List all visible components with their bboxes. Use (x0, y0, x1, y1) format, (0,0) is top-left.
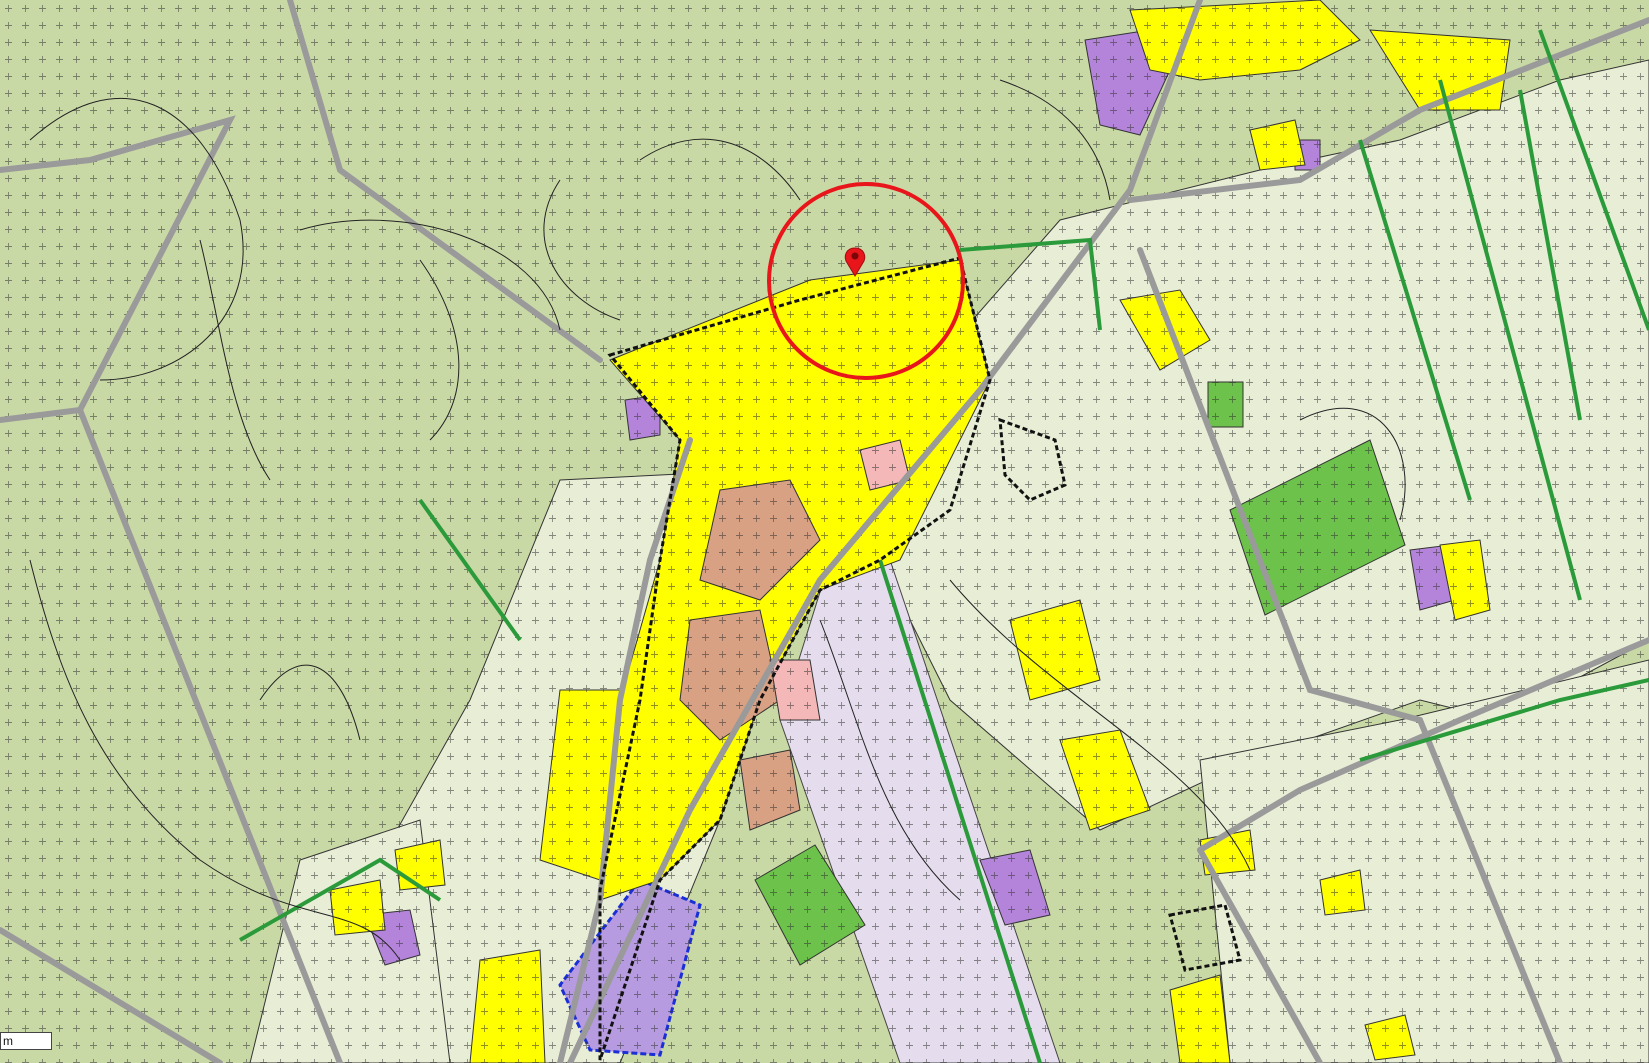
zoning-pattern-overlay (0, 0, 1649, 1063)
scale-bar: m (0, 1032, 52, 1050)
zoning-map[interactable] (0, 0, 1649, 1063)
